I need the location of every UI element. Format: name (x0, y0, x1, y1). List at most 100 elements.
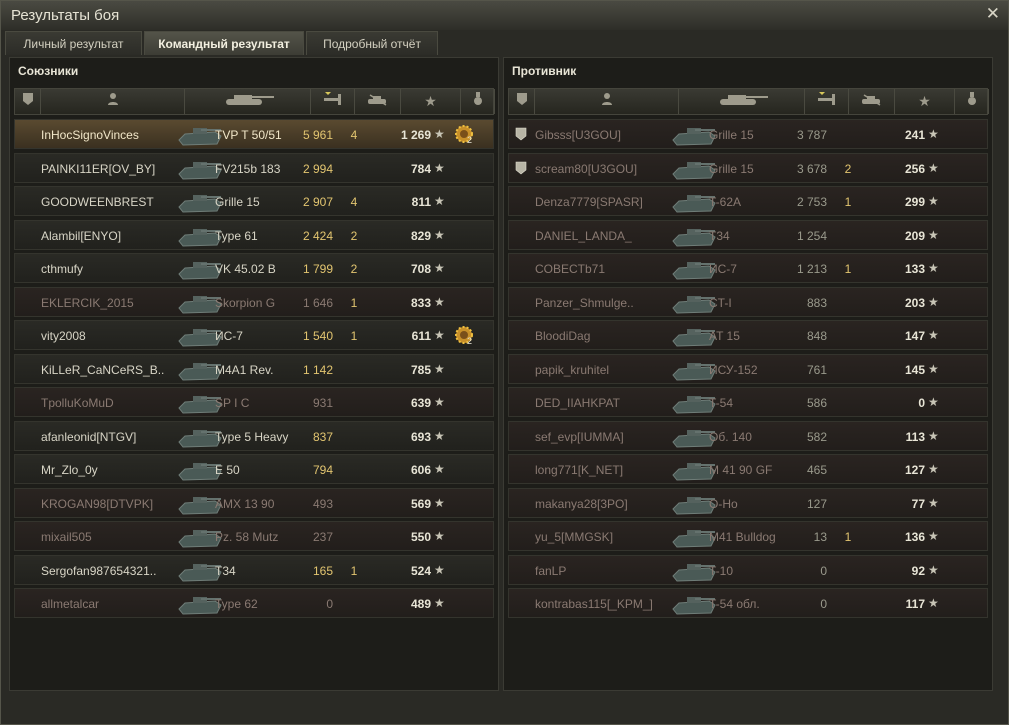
tank-name: E 50 (215, 463, 240, 477)
allies-table-row[interactable]: GOODWEENBREST Grille 15 2 907 4 811 ★ (14, 186, 494, 216)
enemies-table-row[interactable]: DED_IIAHKPAT T-54 586 0 ★ (508, 387, 988, 417)
allies-panel: Союзники ★ InHocSignoVinces TVP T 50/51 5 … (9, 57, 499, 691)
damage-value: 1 540 (302, 329, 333, 343)
allies-table-row[interactable]: mixail505 Pz. 58 Mutz 237 550 ★ (14, 521, 494, 551)
allies-table-row[interactable]: InHocSignoVinces TVP T 50/51 5 961 4 1 269 ★ 2 (14, 119, 494, 149)
player-name: DANIEL_LANDA_ (535, 228, 632, 243)
header-damage-icon[interactable] (805, 89, 849, 114)
medal-icon (473, 92, 483, 111)
allies-table-row[interactable]: cthmufy VK 45.02 B 1 799 2 708 ★ (14, 253, 494, 283)
enemies-table-row[interactable]: Panzer_Shmulge.. CT-I 883 203 ★ (508, 286, 988, 317)
player-name: Gibsss[U3GOU] (535, 128, 622, 142)
header-tank-icon[interactable] (185, 89, 311, 114)
player-name: EKLERCIK_2015 (41, 295, 134, 310)
tank-name: Grille 15 (215, 195, 260, 209)
enemies-table-row[interactable]: yu_5[MMGSK] M41 Bulldog 13 1 136 ★ (508, 521, 988, 551)
damage-value: 127 (806, 496, 827, 511)
player-name: KROGAN98[DTVPK] (41, 496, 154, 511)
allies-table-row[interactable]: Mr_Zlo_0y E 50 794 606 ★ (14, 454, 494, 484)
xp-value: 209 (904, 228, 925, 243)
player-name: long771[K_NET] (535, 463, 624, 477)
enemies-table-row[interactable]: fanLP T-10 0 92 ★ (508, 554, 988, 585)
allies-table-row[interactable]: afanleonid[NTGV] Type 5 Heavy 837 693 ★ (14, 420, 494, 451)
header-tank-icon[interactable] (679, 89, 805, 114)
header-platoon-icon[interactable] (15, 89, 41, 114)
allies-title: Союзники (18, 64, 79, 78)
medal-icon (967, 92, 977, 111)
kills-value: 1 (350, 329, 358, 343)
enemies-table-row[interactable]: long771[K_NET] M 41 90 GF 465 127 ★ (508, 454, 988, 484)
kills-value: 4 (350, 128, 358, 142)
enemies-table-row[interactable]: Gibsss[U3GOU] Grille 15 3 787 241 ★ (508, 119, 988, 149)
player-name: PAINKI11ER[OV_BY] (41, 161, 156, 176)
header-player-icon[interactable] (41, 89, 185, 114)
player-name: TpolluKoMuD (41, 396, 114, 410)
damage-value: 586 (806, 396, 827, 410)
damage-value: 582 (806, 429, 827, 444)
player-icon (601, 92, 613, 111)
kills-value: 2 (350, 262, 358, 276)
player-name: kontrabas115[_KPM_] (535, 597, 653, 611)
tank-name: ИС-7 (709, 262, 737, 276)
star-icon: ★ (434, 495, 445, 510)
header-damage-icon[interactable] (311, 89, 355, 114)
damage-value: 493 (312, 496, 333, 511)
xp-value: 833 (410, 295, 431, 310)
enemies-table-row[interactable]: COBECTb71 ИС-7 1 213 1 133 ★ (508, 253, 988, 283)
kills-value: 1 (844, 195, 852, 209)
star-icon: ★ (928, 227, 939, 242)
tank-name: SP I C (215, 396, 250, 410)
tank-name: AT 15 (709, 329, 740, 343)
star-icon: ★ (434, 127, 445, 141)
enemies-table-row[interactable]: makanya28[3PO] O-Ho 127 77 ★ (508, 487, 988, 518)
star-icon: ★ (434, 261, 445, 275)
allies-table-row[interactable]: EKLERCIK_2015 Skorpion G 1 646 1 833 ★ (14, 286, 494, 317)
platoon-icon (515, 161, 527, 178)
allies-table-row[interactable]: Sergofan987654321.. T34 165 1 524 ★ (14, 554, 494, 585)
xp-value: 606 (410, 463, 431, 477)
medal-icon[interactable]: 2 (453, 123, 479, 150)
allies-table-row[interactable]: Alambil[ENYO] Type 61 2 424 2 829 ★ (14, 219, 494, 250)
allies-table-row[interactable]: KiLLeR_CaNCeRS_B.. M4A1 Rev. 1 142 785 ★ (14, 353, 494, 384)
allies-table-row[interactable]: vity2008 ИС-7 1 540 1 611 ★ 2 (14, 320, 494, 350)
enemies-table-row[interactable]: sef_evp[IUMMA] Об. 140 582 113 ★ (508, 420, 988, 451)
enemies-table-row[interactable]: DANIEL_LANDA_ T34 1 254 209 ★ (508, 219, 988, 250)
enemies-table-row[interactable]: Denza7779[SPASR] T-62A 2 753 1 299 ★ (508, 186, 988, 216)
star-icon: ★ (434, 160, 445, 175)
header-platoon-icon[interactable] (509, 89, 535, 114)
tab-personal-result[interactable]: Личный результат (5, 31, 142, 55)
header-kills-icon[interactable] (849, 89, 895, 114)
header-xp-star-icon[interactable]: ★ (401, 89, 461, 114)
allies-table-row[interactable]: TpolluKoMuD SP I C 931 639 ★ (14, 387, 494, 417)
enemies-table-row[interactable]: BloodiDag AT 15 848 147 ★ (508, 320, 988, 350)
tank-name: CT-I (709, 295, 732, 310)
damage-value: 1 254 (796, 228, 827, 243)
header-xp-star-icon[interactable]: ★ (895, 89, 955, 114)
medal-icon[interactable]: 2 (453, 324, 479, 351)
tank-name: T-54 обл. (709, 597, 760, 611)
tank-name: TVP T 50/51 (215, 128, 282, 142)
star-icon: ★ (434, 462, 445, 476)
kills-value: 1 (350, 563, 358, 578)
damage-value: 3 787 (796, 128, 827, 142)
enemies-table-row[interactable]: scream80[U3GOU] Grille 15 3 678 2 256 ★ (508, 152, 988, 183)
enemies-table-row[interactable]: papik_kruhitel ИСУ-152 761 145 ★ (508, 353, 988, 384)
allies-table-row[interactable]: KROGAN98[DTVPK] AMX 13 90 493 569 ★ (14, 487, 494, 518)
allies-table-row[interactable]: allmetalcar Type 62 0 489 ★ (14, 588, 494, 618)
player-name: DED_IIAHKPAT (535, 396, 620, 410)
header-medal-icon[interactable] (955, 89, 989, 114)
xp-star-icon: ★ (918, 92, 931, 109)
header-kills-icon[interactable] (355, 89, 401, 114)
damage-value: 165 (312, 563, 333, 578)
header-player-icon[interactable] (535, 89, 679, 114)
xp-value: 113 (905, 429, 925, 444)
allies-table-row[interactable]: PAINKI11ER[OV_BY] FV215b 183 2 994 784 ★ (14, 152, 494, 183)
close-icon[interactable]: ✕ (986, 5, 1000, 22)
platoon-icon (516, 92, 528, 111)
tank-name: Grille 15 (709, 128, 754, 142)
header-medal-icon[interactable] (461, 89, 495, 114)
xp-value: 147 (904, 329, 925, 343)
tab-team-result[interactable]: Командный результат (144, 31, 304, 55)
enemies-table-row[interactable]: kontrabas115[_KPM_] T-54 обл. 0 117 ★ (508, 588, 988, 618)
tab-detailed-report[interactable]: Подробный отчёт (306, 31, 438, 55)
